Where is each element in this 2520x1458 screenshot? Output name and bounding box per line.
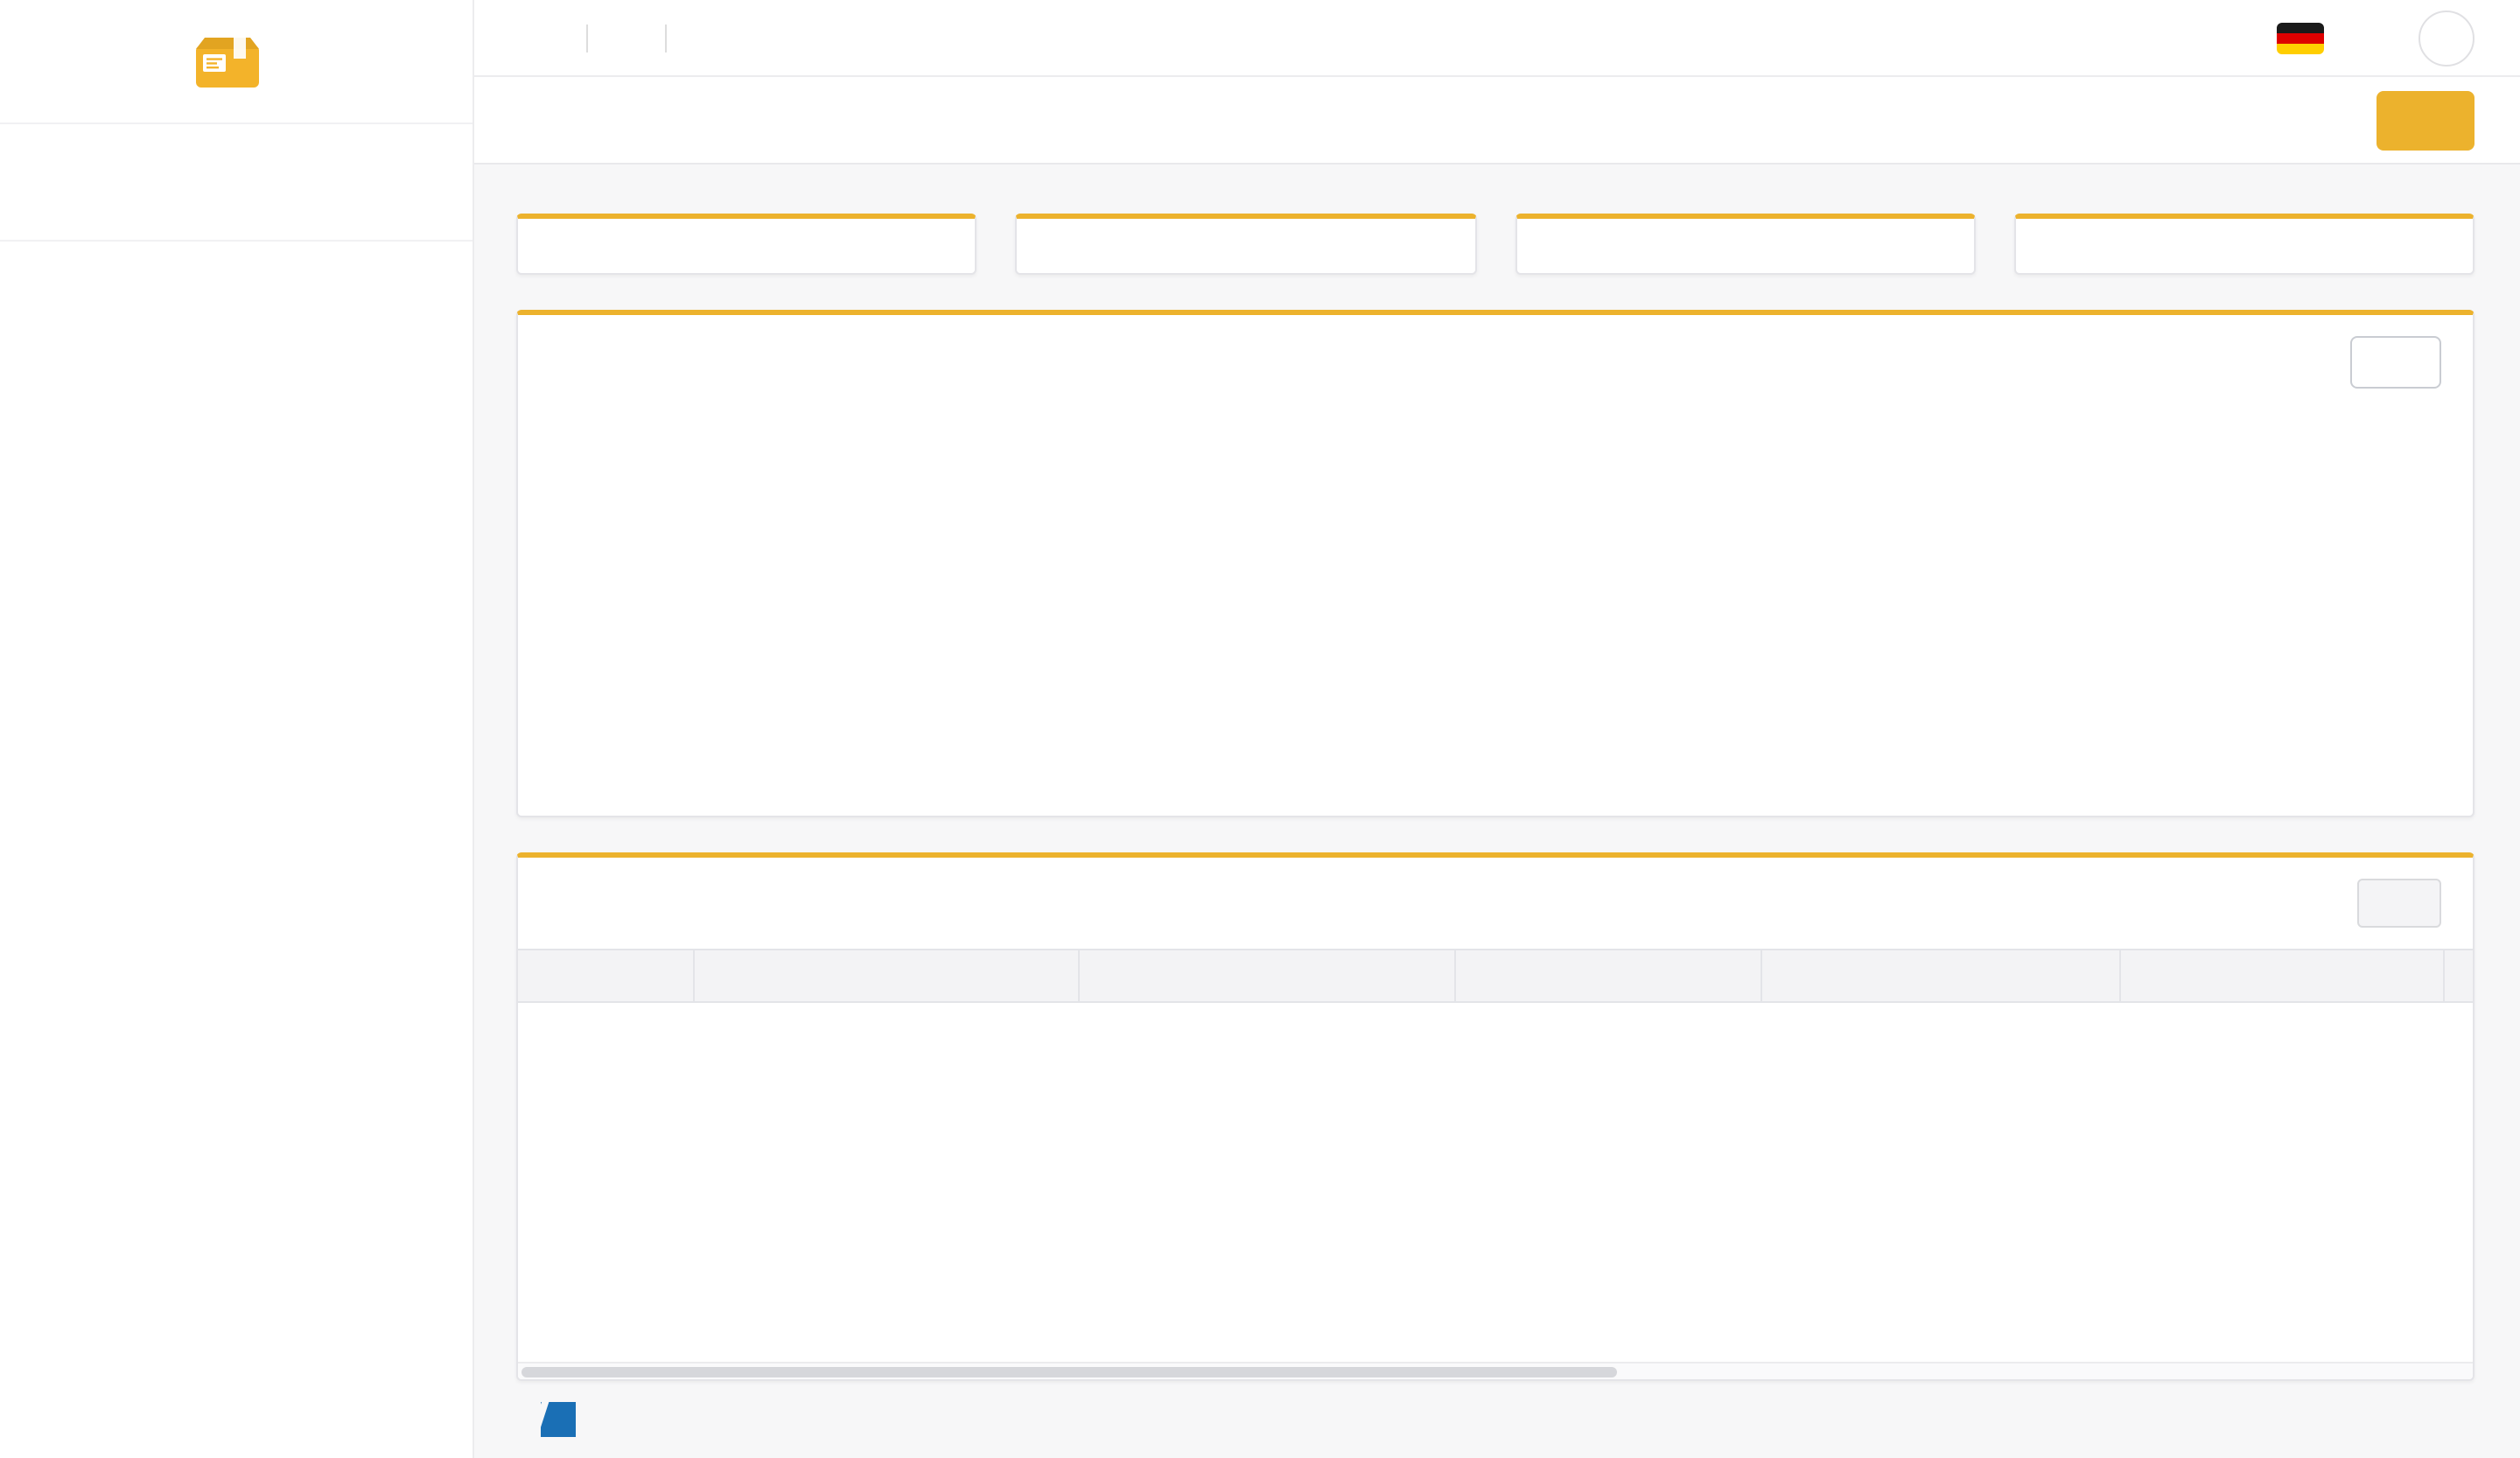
col-status[interactable] xyxy=(518,950,693,1002)
search-list-icon xyxy=(2380,891,2404,915)
brand-logo[interactable] xyxy=(0,0,472,124)
orders-revenue-chart-card xyxy=(516,310,2474,817)
latest-orders-card xyxy=(516,852,2474,1381)
scrollbar-thumb[interactable] xyxy=(522,1367,1616,1377)
package-plus-icon xyxy=(214,160,258,204)
topbar-actions xyxy=(2277,10,2474,66)
dashboard-chart-icon xyxy=(520,104,551,136)
menu-divider xyxy=(665,24,667,52)
bws-logo[interactable] xyxy=(537,1402,576,1437)
stat-card-diesen-monat xyxy=(1016,214,1477,275)
col-bestellnummer[interactable] xyxy=(1078,950,1454,1002)
col-datum[interactable] xyxy=(693,950,1078,1002)
footer xyxy=(516,1381,2474,1458)
table-header-row xyxy=(518,950,2473,1002)
bws-logo-box xyxy=(541,1402,576,1437)
stat-card-heute xyxy=(516,214,977,275)
sidebar-nav xyxy=(0,242,472,259)
col-account[interactable] xyxy=(1760,950,2119,1002)
orders-bar-chart xyxy=(532,410,1488,805)
charts-row xyxy=(518,410,2473,816)
menu-divider xyxy=(586,24,588,52)
page-header xyxy=(474,77,2520,165)
horizontal-scrollbar[interactable] xyxy=(518,1362,2473,1379)
orders-table xyxy=(518,949,2473,1362)
stat-cards xyxy=(516,214,2474,275)
new-shipment-button[interactable] xyxy=(2376,90,2474,150)
stat-card-gesamtumsatz xyxy=(1515,214,1976,275)
col-summe[interactable] xyxy=(1454,950,1760,1002)
theme-brightness-icon[interactable] xyxy=(2356,22,2387,53)
power-icon xyxy=(2434,25,2459,50)
dashboard-content xyxy=(474,165,2520,1458)
chevron-down-icon xyxy=(2398,352,2418,373)
revenue-area-chart xyxy=(1502,410,2457,805)
date-range-select[interactable] xyxy=(2350,336,2441,389)
main-area xyxy=(474,0,2520,1458)
sidebar xyxy=(0,0,474,1458)
logout-power-button[interactable] xyxy=(2418,10,2474,66)
screen xyxy=(0,0,2520,1458)
parcel-logo-icon xyxy=(192,32,262,91)
col-plattform[interactable] xyxy=(2119,950,2443,1002)
show-all-button[interactable] xyxy=(2357,879,2441,928)
col-aktionen-clipped[interactable] xyxy=(2443,950,2473,1002)
german-flag-language-icon[interactable] xyxy=(2277,22,2324,53)
new-shipment-parcel-icon xyxy=(2404,107,2431,133)
quick-new-shipment-button[interactable] xyxy=(0,124,472,242)
sort-desc-icon xyxy=(722,964,743,985)
topbar xyxy=(474,0,2520,77)
stat-card-bestellungen xyxy=(2014,214,2475,275)
